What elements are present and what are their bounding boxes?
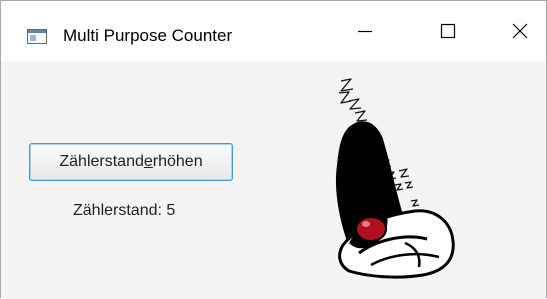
title-bar[interactable]: Multi Purpose Counter	[1, 1, 546, 61]
close-button[interactable]	[485, 1, 547, 61]
minimize-button[interactable]	[330, 1, 400, 61]
increment-counter-button[interactable]: Zählerstand e rhöhen	[29, 143, 233, 181]
button-label-end: rhöhen	[152, 153, 203, 170]
counter-value-label: Zählerstand: 5	[73, 202, 176, 219]
java-duke-icon	[335, 78, 455, 279]
minimize-icon	[358, 30, 372, 33]
maximize-icon	[440, 23, 456, 39]
close-icon	[512, 23, 528, 39]
button-label-start: Zählerstand	[59, 153, 144, 170]
button-label-mnemonic: e	[143, 153, 153, 170]
content-area: Zählerstand e rhöhen Zählerstand: 5	[1, 61, 546, 299]
window-title: Multi Purpose Counter	[63, 26, 233, 45]
maximize-button[interactable]	[413, 1, 483, 61]
app-window-icon	[27, 29, 47, 44]
app-window: Multi Purpose Counter Zählerstand e rhöhe…	[0, 0, 547, 299]
